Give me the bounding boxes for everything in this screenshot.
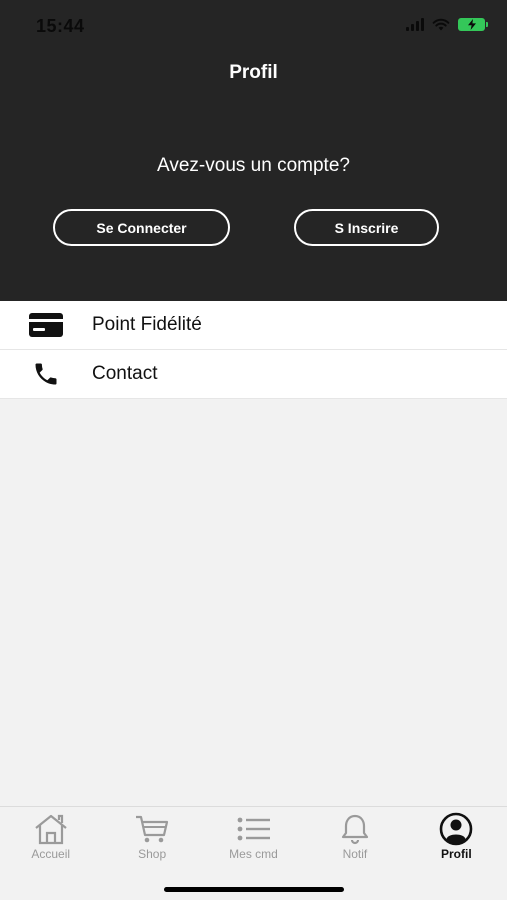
login-button[interactable]: Se Connecter (53, 209, 230, 246)
menu-item-loyalty-points[interactable]: Point Fidélité (0, 301, 507, 350)
home-indicator[interactable] (164, 887, 344, 892)
menu-item-label: Point Fidélité (92, 314, 202, 335)
profile-header: 15:44 Profil Avez-vous un compte? Se Con… (0, 0, 507, 301)
credit-card-icon (29, 313, 63, 337)
account-question: Avez-vous un compte? (157, 155, 350, 176)
menu-item-contact[interactable]: Contact (0, 350, 507, 399)
menu-item-label: Contact (92, 363, 158, 384)
tab-label: Mes cmd (229, 847, 278, 861)
tab-notif[interactable]: Notif (304, 807, 405, 867)
cart-icon (136, 815, 169, 843)
tab-label: Accueil (31, 847, 71, 861)
profile-menu: Point Fidélité Contact (0, 301, 507, 399)
signal-icon (406, 18, 424, 31)
tab-label: Profil (440, 847, 472, 861)
tab-label: Notif (342, 847, 368, 861)
tab-profil[interactable]: Profil (406, 807, 507, 867)
profile-screen: 15:44 Profil Avez-vous un compte? Se Con… (0, 0, 507, 900)
user-circle-icon (440, 812, 473, 846)
bottom-tab-bar: Accueil Shop Mes cmd Notif Profil (0, 806, 507, 900)
tab-mes-cmd[interactable]: Mes cmd (203, 807, 304, 867)
battery-charging-icon (458, 18, 488, 31)
page-title: Profil (229, 62, 278, 83)
tab-accueil[interactable]: Accueil (0, 807, 101, 867)
status-icons (406, 18, 488, 31)
tab-shop[interactable]: Shop (101, 807, 202, 867)
home-icon (35, 814, 67, 845)
phone-icon (35, 363, 57, 385)
bell-icon (341, 814, 369, 845)
list-icon (237, 817, 270, 841)
signup-button[interactable]: S Inscrire (294, 209, 439, 246)
tab-label: Shop (138, 847, 167, 861)
status-time: 15:44 (36, 16, 85, 36)
status-bar: 15:44 (0, 0, 507, 50)
wifi-icon (432, 18, 450, 31)
